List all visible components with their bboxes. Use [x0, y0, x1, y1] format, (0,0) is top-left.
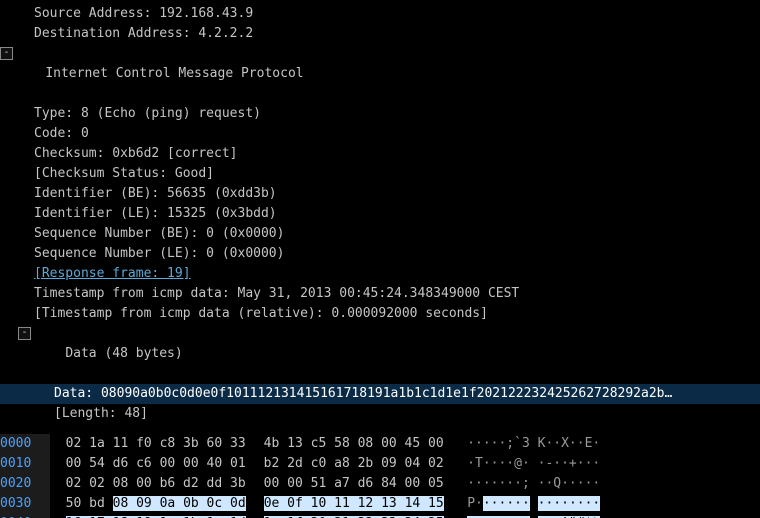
section-icmp[interactable]: -Internet Control Message Protocol: [0, 44, 760, 104]
field-destination-address[interactable]: Destination Address: 4.2.2.2: [0, 24, 760, 44]
hex-offset: 0020: [0, 476, 31, 491]
field-data-length[interactable]: [Length: 48]: [0, 404, 760, 424]
field-identifier-be[interactable]: Identifier (BE): 56635 (0xdd3b): [0, 184, 760, 204]
collapse-icon[interactable]: -: [0, 47, 13, 60]
hex-row[interactable]: 0030 50 bd 08 09 0a 0b 0c 0d0e 0f 10 11 …: [0, 494, 760, 514]
field-source-address[interactable]: Source Address: 192.168.43.9: [0, 4, 760, 24]
hex-offset: 0010: [0, 456, 31, 471]
field-timestamp-abs[interactable]: Timestamp from icmp data: May 31, 2013 0…: [0, 284, 760, 304]
hex-row[interactable]: 0040 16 17 18 19 1a 1b 1c 1d1e 1f 20 21 …: [0, 514, 760, 518]
field-seq-be[interactable]: Sequence Number (BE): 0 (0x0000): [0, 224, 760, 244]
field-seq-le[interactable]: Sequence Number (LE): 0 (0x0000): [0, 244, 760, 264]
field-timestamp-rel[interactable]: [Timestamp from icmp data (relative): 0.…: [0, 304, 760, 324]
field-type[interactable]: Type: 8 (Echo (ping) request): [0, 104, 760, 124]
field-identifier-le[interactable]: Identifier (LE): 15325 (0x3bdd): [0, 204, 760, 224]
hex-row[interactable]: 0010 00 54 d6 c6 00 00 40 01b2 2d c0 a8 …: [0, 454, 760, 474]
response-frame-link[interactable]: [Response frame: 19]: [34, 266, 191, 281]
hex-row[interactable]: 0000 02 1a 11 f0 c8 3b 60 334b 13 c5 58 …: [0, 434, 760, 454]
section-data[interactable]: -Data (48 bytes): [0, 324, 760, 384]
hex-dump[interactable]: 0000 02 1a 11 f0 c8 3b 60 334b 13 c5 58 …: [0, 430, 760, 518]
hex-offset: 0000: [0, 436, 31, 451]
hex-row[interactable]: 0020 02 02 08 00 b6 d2 dd 3b00 00 51 a7 …: [0, 474, 760, 494]
field-response-frame[interactable]: [Response frame: 19]: [0, 264, 760, 284]
hex-offset: 0030: [0, 496, 31, 511]
collapse-icon[interactable]: -: [18, 327, 31, 340]
field-checksum[interactable]: Checksum: 0xb6d2 [correct]: [0, 144, 760, 164]
field-code[interactable]: Code: 0: [0, 124, 760, 144]
field-checksum-status[interactable]: [Checksum Status: Good]: [0, 164, 760, 184]
field-data-bytes[interactable]: Data: 08090a0b0c0d0e0f101112131415161718…: [0, 384, 760, 404]
